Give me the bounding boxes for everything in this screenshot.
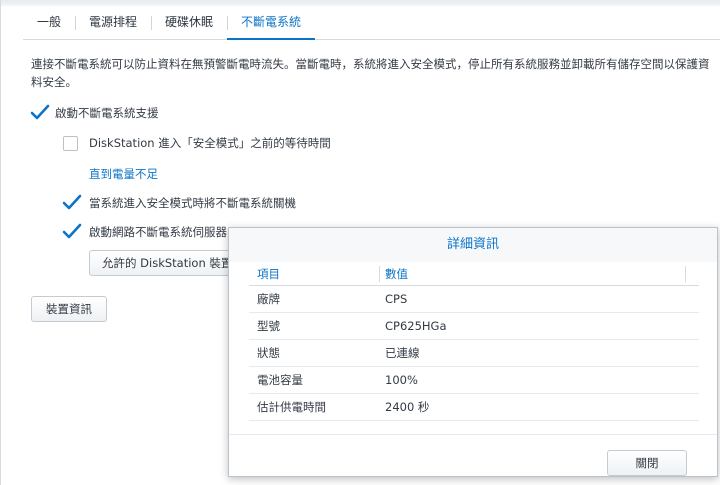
tab-general[interactable]: 一般	[23, 6, 75, 39]
row-value: 2400 秒	[385, 400, 430, 414]
tab-bar: 一般 電源排程 硬碟休眠 不斷電系統	[23, 6, 720, 40]
enable-ups-option[interactable]: 啟動不斷電系統支援	[30, 104, 159, 121]
wait-time-checkbox[interactable]	[63, 135, 78, 151]
row-item: 狀態	[257, 346, 280, 360]
details-dialog: 詳細資訊 項目 數值 廠牌 CPS 型號 CP625HGa 狀態 已連線 電池容…	[228, 227, 718, 477]
enable-ups-checkbox[interactable]	[30, 104, 50, 121]
table-row: 廠牌 CPS	[249, 286, 699, 313]
tab-hdd-hibernation[interactable]: 硬碟休眠	[151, 6, 227, 39]
permitted-devices-button[interactable]: 允許的 DiskStation 裝置	[89, 250, 249, 276]
column-header-item[interactable]: 項目	[249, 262, 379, 285]
column-header-value[interactable]: 數值	[379, 262, 679, 285]
checkmark-icon	[30, 104, 50, 119]
checkmark-icon	[62, 194, 82, 209]
table-row: 電池容量 100%	[249, 367, 699, 394]
shutdown-ups-option[interactable]: 當系統進入安全模式時將不斷電系統關機	[62, 194, 296, 211]
wait-time-option[interactable]: DiskStation 進入「安全模式」之前的等待時間	[63, 135, 331, 151]
network-ups-server-label: 啟動網路不斷電系統伺服器	[89, 225, 227, 239]
row-item: 廠牌	[257, 292, 280, 306]
tab-ups[interactable]: 不斷電系統	[227, 6, 316, 40]
table-row: 狀態 已連線	[249, 340, 699, 367]
network-ups-server-option[interactable]: 啟動網路不斷電系統伺服器	[62, 223, 227, 240]
table-row: 型號 CP625HGa	[249, 313, 699, 340]
row-value: CP625HGa	[385, 319, 447, 333]
shutdown-ups-label: 當系統進入安全模式時將不斷電系統關機	[89, 196, 296, 210]
checkmark-icon	[62, 223, 82, 238]
dialog-title: 詳細資訊	[229, 228, 717, 262]
row-value: 已連線	[385, 346, 420, 360]
details-table: 項目 數值 廠牌 CPS 型號 CP625HGa 狀態 已連線 電池容量 100…	[249, 262, 699, 421]
wait-time-label: DiskStation 進入「安全模式」之前的等待時間	[89, 136, 331, 150]
table-header: 項目 數值	[249, 262, 699, 286]
row-value: CPS	[385, 292, 408, 306]
ups-description: 連接不斷電系統可以防止資料在無預警斷電時流失。當斷電時，系統將進入安全模式，停止…	[31, 57, 710, 89]
close-button[interactable]: 關閉	[607, 450, 687, 476]
dialog-footer: 關閉	[229, 434, 717, 476]
row-item: 電池容量	[257, 373, 303, 387]
row-item: 估計供電時間	[257, 400, 326, 414]
wait-time-value[interactable]: 直到電量不足	[89, 166, 158, 182]
shutdown-ups-checkbox[interactable]	[62, 194, 82, 211]
row-item: 型號	[257, 319, 280, 333]
row-value: 100%	[385, 373, 418, 387]
tab-power-schedule[interactable]: 電源排程	[75, 6, 151, 39]
device-info-button[interactable]: 裝置資訊	[31, 296, 107, 322]
network-ups-server-checkbox[interactable]	[62, 223, 82, 240]
table-row: 估計供電時間 2400 秒	[249, 394, 699, 421]
enable-ups-label: 啟動不斷電系統支援	[55, 106, 159, 120]
